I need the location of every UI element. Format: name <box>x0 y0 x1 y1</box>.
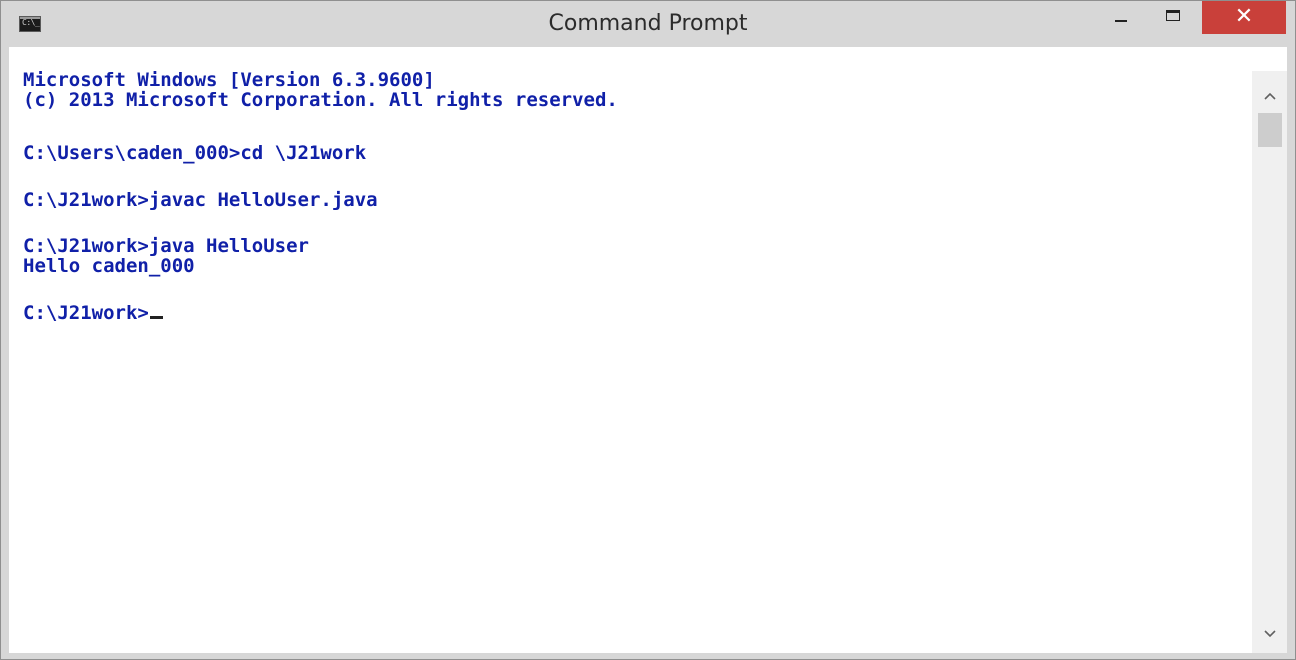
scrollbar-thumb[interactable] <box>1258 113 1282 147</box>
console-top-padding <box>9 47 1287 71</box>
chevron-up-icon[interactable] <box>1252 79 1287 111</box>
chevron-up-svg <box>1263 92 1276 100</box>
console-line: C:\J21work>java HelloUser <box>23 235 309 257</box>
console-line: Microsoft Windows [Version 6.3.9600] <box>23 71 435 91</box>
close-button[interactable]: ✕ <box>1202 1 1286 34</box>
minimize-icon <box>1115 20 1127 22</box>
vertical-scrollbar[interactable] <box>1252 71 1287 653</box>
title-bar[interactable]: C:\_ Command Prompt ✕ <box>1 1 1295 47</box>
window-bottom-border <box>9 653 1287 659</box>
console-line: C:\Users\caden_000>cd \J21work <box>23 142 367 164</box>
console-prompt: C:\J21work> <box>23 302 149 324</box>
console-prompt-line[interactable]: C:\J21work> <box>23 303 163 323</box>
command-prompt-window: C:\_ Command Prompt ✕ Microsoft Windows … <box>0 0 1296 660</box>
maximize-button[interactable] <box>1151 1 1195 33</box>
console-line: Hello caden_000 <box>23 255 195 277</box>
console-line: (c) 2013 Microsoft Corporation. All righ… <box>23 89 618 111</box>
chevron-down-icon[interactable] <box>1252 617 1287 649</box>
close-icon: ✕ <box>1234 4 1254 29</box>
maximize-icon <box>1166 10 1180 21</box>
text-cursor <box>149 316 163 319</box>
console-line: C:\J21work>javac HelloUser.java <box>23 189 378 211</box>
chevron-down-svg <box>1263 630 1276 638</box>
console-output-area[interactable]: Microsoft Windows [Version 6.3.9600] (c)… <box>9 71 1252 653</box>
minimize-button[interactable] <box>1099 1 1143 33</box>
